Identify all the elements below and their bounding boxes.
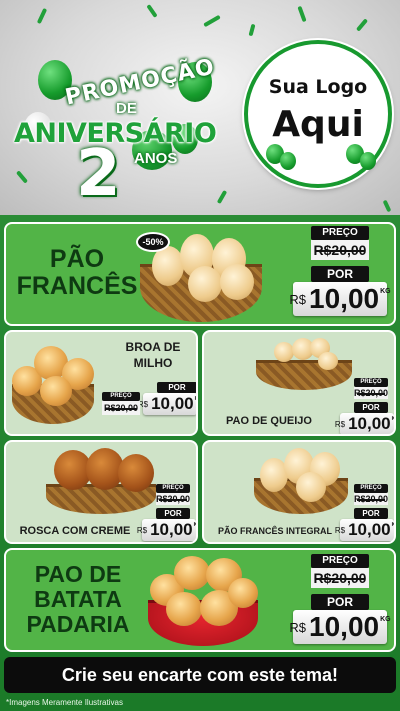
anniversary-badge: PROMOÇÃO DE ANIVERSÁRIO 2 ANOS bbox=[6, 30, 242, 206]
new-price-value: 10,00 bbox=[309, 611, 380, 642]
offer-card-pao-frances-integral: PÃO FRANCÊS INTEGRAL PREÇO R$20,00 POR R… bbox=[202, 440, 396, 544]
bread-basket-image bbox=[256, 360, 352, 390]
old-price-group: PREÇO R$20,00 bbox=[102, 392, 140, 415]
por-label: POR bbox=[354, 508, 388, 519]
bread-image bbox=[166, 592, 202, 626]
confetti-piece bbox=[36, 7, 48, 25]
old-price: R$20,00 bbox=[102, 401, 140, 415]
por-label: POR bbox=[311, 266, 369, 282]
new-price: R$ 10,00 KG bbox=[289, 282, 391, 316]
new-price-value: 10,00 bbox=[151, 394, 194, 413]
preco-label: PREÇO bbox=[102, 392, 140, 401]
por-label: POR bbox=[156, 508, 190, 519]
price-block: PREÇO R$20,00 POR R$ 10,00 KG bbox=[288, 226, 392, 316]
discount-badge: -50% bbox=[136, 232, 170, 252]
offer-card-rosca-com-creme: ROSCA COM CREME PREÇO R$20,00 POR R$ 10,… bbox=[4, 440, 198, 544]
confetti-piece bbox=[146, 4, 158, 18]
new-price: R$ 10,00 KG bbox=[137, 519, 198, 541]
logo-line-2: Aqui bbox=[272, 104, 364, 145]
bread-image bbox=[220, 264, 254, 300]
disclaimer-text: *Imagens Meramente Ilustrativas bbox=[6, 698, 123, 707]
new-price-value: 10,00 bbox=[348, 520, 391, 539]
price-block: PREÇO R$20,00 POR R$ 10,00 KG bbox=[335, 484, 396, 541]
old-price: R$20,00 bbox=[156, 493, 190, 505]
bread-image bbox=[188, 266, 222, 302]
price-block: PREÇO R$20,00 POR R$ 10,00 KG bbox=[288, 554, 392, 644]
preco-label: PREÇO bbox=[311, 554, 369, 568]
confetti-piece bbox=[297, 5, 307, 23]
product-name: PÃO FRANCÊS INTEGRAL bbox=[217, 526, 332, 536]
new-price: R$ 10,00 KG bbox=[335, 519, 396, 541]
confetti-piece bbox=[203, 14, 221, 28]
old-price: R$20,00 bbox=[354, 387, 388, 399]
price-block: PREÇO R$20,00 POR R$ 10,00 KG bbox=[137, 484, 198, 541]
product-name: ROSCA COM CREME bbox=[19, 525, 131, 537]
confetti-piece bbox=[382, 199, 392, 213]
old-price: R$20,00 bbox=[311, 568, 369, 588]
old-price: R$20,00 bbox=[311, 240, 369, 260]
unit: KG bbox=[391, 522, 396, 528]
promo-de: DE bbox=[116, 100, 137, 117]
price-block: PREÇO R$20,00 POR R$ 10,00 KG bbox=[102, 382, 198, 415]
product-name: PÃO FRANCÊS bbox=[14, 246, 140, 300]
por-label: POR bbox=[354, 402, 388, 413]
product-name: PAO DE QUEIJO bbox=[226, 415, 312, 427]
logo-placeholder: Sua Logo Aqui bbox=[244, 40, 392, 188]
hero-banner: PROMOÇÃO DE ANIVERSÁRIO 2 ANOS Sua Logo … bbox=[0, 0, 400, 215]
new-price-value: 10,00 bbox=[150, 520, 193, 539]
confetti-piece bbox=[248, 23, 256, 37]
offer-card-pao-de-queijo: PAO DE QUEIJO PREÇO R$20,00 POR R$ 10,00… bbox=[202, 330, 396, 436]
unit: KG bbox=[380, 616, 391, 623]
unit: KG bbox=[194, 396, 198, 402]
create-flyer-button[interactable]: Crie seu encarte com este tema! bbox=[4, 657, 396, 693]
confetti-piece bbox=[355, 18, 369, 32]
price-block: PREÇO R$20,00 POR R$ 10,00 KG bbox=[335, 378, 396, 434]
product-name-line-2: FRANCÊS bbox=[16, 272, 138, 300]
new-price: R$ 10,00 KG bbox=[335, 413, 396, 434]
bread-image bbox=[296, 472, 326, 502]
old-price: R$20,00 bbox=[354, 493, 388, 505]
preco-label: PREÇO bbox=[311, 226, 369, 240]
offer-card-pao-frances: PÃO FRANCÊS PREÇO R$20,00 POR R$ 10,00 K… bbox=[4, 222, 396, 326]
bread-image bbox=[228, 578, 258, 608]
bread-image bbox=[174, 556, 210, 590]
product-name-line-1: PÃO bbox=[49, 245, 105, 273]
preco-label: PREÇO bbox=[354, 378, 388, 387]
offer-card-pao-de-batata: PAO DE BATATA PADARIA PREÇO R$20,00 POR … bbox=[4, 548, 396, 652]
unit: KG bbox=[380, 288, 391, 295]
years-number: 2 bbox=[76, 137, 121, 211]
currency: R$ bbox=[334, 525, 346, 535]
new-price: R$ 10,00 KG bbox=[138, 393, 198, 415]
product-name-line-2: BATATA bbox=[34, 585, 122, 612]
balloon-icon bbox=[280, 152, 296, 170]
product-name-line-1: PAO DE bbox=[34, 561, 122, 587]
new-price-value: 10,00 bbox=[309, 283, 380, 314]
product-name: BROA DE MILHO bbox=[125, 340, 181, 370]
currency: R$ bbox=[289, 291, 307, 307]
product-name-line-3: PADARIA bbox=[26, 610, 130, 637]
offer-card-broa-de-milho: BROA DE MILHO PREÇO R$20,00 POR R$ 10,00… bbox=[4, 330, 198, 436]
por-label: POR bbox=[157, 382, 196, 393]
balloon-icon bbox=[360, 152, 376, 170]
por-label: POR bbox=[311, 594, 369, 610]
unit: KG bbox=[391, 416, 396, 422]
logo-line-1: Sua Logo bbox=[268, 76, 368, 98]
preco-label: PREÇO bbox=[156, 484, 190, 493]
new-price-value: 10,00 bbox=[348, 414, 391, 433]
preco-label: PREÇO bbox=[354, 484, 388, 493]
currency: R$ bbox=[289, 619, 307, 635]
new-price: R$ 10,00 KG bbox=[289, 610, 391, 644]
bread-image bbox=[318, 352, 338, 370]
product-name: PAO DE BATATA PADARIA bbox=[12, 562, 144, 636]
bread-image bbox=[274, 342, 294, 362]
bread-image bbox=[40, 376, 72, 406]
promo-title: PROMOÇÃO bbox=[63, 54, 218, 111]
years-label: ANOS bbox=[134, 150, 178, 167]
currency: R$ bbox=[334, 419, 346, 429]
new-price-group: POR R$ 10,00 KG bbox=[138, 382, 198, 415]
unit: KG bbox=[193, 522, 198, 528]
currency: R$ bbox=[136, 525, 148, 535]
